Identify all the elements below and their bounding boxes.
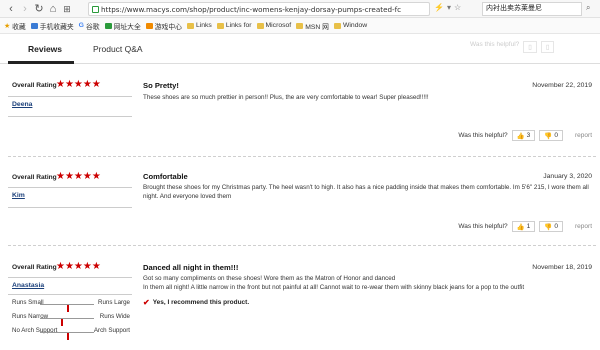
- helpful-yes-button[interactable]: 👍 3: [511, 130, 536, 141]
- search-icon[interactable]: ⌕: [586, 3, 590, 13]
- review-tabs: Reviews Product Q&A Was this helpful? ▯ …: [0, 34, 600, 64]
- fit-right-label: Arch Support: [93, 327, 130, 334]
- folder-icon: [256, 22, 264, 29]
- divider: [8, 294, 132, 295]
- helpful-yes-button[interactable]: 👍 1: [511, 221, 536, 232]
- fit-track: [40, 318, 94, 326]
- browser-toolbar: ‹ › ↻ ⌂ ⊞ https://www.macys.com/shop/pro…: [0, 0, 600, 18]
- fit-row-size: Runs Small Runs Large: [12, 299, 130, 314]
- fit-row-arch: No Arch Support Arch Support: [12, 327, 130, 342]
- divider: [8, 277, 132, 278]
- review-title: Comfortable: [143, 172, 188, 181]
- fit-right-label: Runs Wide: [99, 313, 130, 320]
- home-icon[interactable]: ⌂: [46, 2, 60, 16]
- bookmark-directory[interactable]: 网址大全: [104, 21, 141, 31]
- review-title: Danced all night in them!!!: [143, 263, 239, 272]
- report-link[interactable]: report: [575, 132, 592, 139]
- review-date: January 3, 2020: [543, 173, 592, 180]
- bookmark-star-icon[interactable]: ☆: [454, 3, 461, 12]
- reload-icon[interactable]: ↻: [32, 2, 46, 16]
- divider: [8, 116, 132, 117]
- bookmark-games[interactable]: 游戏中心: [145, 21, 182, 31]
- review-title: So Pretty!: [143, 81, 179, 90]
- review-body-line-2: In them all night! A little narrow in th…: [143, 284, 525, 291]
- fit-left-label: Runs Small: [12, 299, 44, 306]
- fit-marker: [67, 333, 69, 340]
- overall-rating-label: Overall Rating: [12, 82, 57, 89]
- helpful-no-button[interactable]: 👎 0: [539, 221, 564, 232]
- review-item: Overall Rating ★★★★★ Kim Comfortable Jan…: [8, 157, 596, 247]
- reviewer-name[interactable]: Deena: [12, 101, 32, 108]
- star-rating: ★★★★★: [56, 171, 101, 182]
- star-icon: ★: [4, 22, 11, 30]
- bookmark-windows[interactable]: Window: [333, 22, 367, 29]
- bookmark-links[interactable]: Links: [186, 22, 212, 29]
- url-text: https://www.macys.com/shop/product/inc-w…: [101, 4, 402, 14]
- thumbs-down-icon: 👎: [544, 223, 553, 231]
- game-icon: [145, 22, 153, 29]
- tab-reviews[interactable]: Reviews: [28, 44, 62, 54]
- helpful-bar: Was this helpful? 👍 1 👎 0 report: [458, 221, 592, 232]
- overall-rating-label: Overall Rating: [12, 264, 57, 271]
- bookmark-links-for[interactable]: Links for: [216, 22, 252, 29]
- tab-list-icon[interactable]: ⊞: [60, 2, 74, 16]
- lock-icon: [92, 5, 99, 13]
- fit-right-label: Runs Large: [98, 299, 130, 306]
- divider: [8, 207, 132, 208]
- bookmark-microsoft[interactable]: Microsof: [256, 22, 291, 29]
- report-link[interactable]: report: [575, 223, 592, 230]
- fit-track: [40, 304, 94, 312]
- address-bar-actions: ⚡ ▾ ☆: [434, 3, 461, 12]
- recommend-badge: ✔ Yes, I recommend this product.: [143, 298, 250, 307]
- address-bar[interactable]: https://www.macys.com/shop/product/inc-w…: [88, 2, 430, 16]
- google-icon: G: [78, 22, 84, 29]
- fit-row-width: Runs Narrow Runs Wide: [12, 313, 130, 328]
- reviewer-name[interactable]: Kim: [12, 192, 25, 199]
- overall-rating-label: Overall Rating: [12, 174, 57, 181]
- folder-icon: [216, 22, 224, 29]
- fit-marker: [60, 319, 63, 326]
- folder-icon: [333, 22, 341, 29]
- reviewer-name[interactable]: Anastasia: [12, 282, 44, 289]
- fit-marker: [67, 305, 69, 312]
- faded-vote-button: ▯: [523, 41, 537, 53]
- tab-product-qa[interactable]: Product Q&A: [93, 44, 143, 54]
- thumbs-down-icon: 👎: [544, 132, 553, 140]
- review-date: November 22, 2019: [532, 82, 592, 89]
- site-icon: [104, 22, 112, 29]
- star-rating: ★★★★★: [56, 79, 101, 90]
- helpful-no-button[interactable]: 👎 0: [539, 130, 564, 141]
- bookmarks-bar: ★ 收藏 手机收藏夹 G 谷歌 网址大全 游戏中心 Links Links for …: [0, 18, 600, 34]
- bookmark-mobile[interactable]: 手机收藏夹: [30, 21, 74, 31]
- bookmark-msn[interactable]: MSN 网: [296, 21, 329, 31]
- faded-vote-button: ▯: [540, 41, 555, 53]
- bookmark-favorites[interactable]: ★ 收藏: [4, 21, 26, 31]
- folder-icon: [296, 22, 304, 29]
- thumbs-up-icon: 👍: [516, 132, 525, 140]
- lightning-icon[interactable]: ⚡: [434, 3, 444, 12]
- back-icon[interactable]: ‹: [4, 2, 18, 16]
- fit-sliders: Runs Small Runs Large Runs Narrow Runs W…: [12, 299, 130, 342]
- thumbs-up-icon: 👍: [516, 223, 525, 231]
- folder-icon: [186, 22, 194, 29]
- fit-track: [40, 332, 94, 340]
- review-date: November 18, 2019: [532, 264, 592, 271]
- bookmark-google[interactable]: G 谷歌: [79, 21, 100, 31]
- review-item: Overall Rating ★★★★★ Anastasia Runs Smal…: [8, 248, 596, 350]
- forward-icon[interactable]: ›: [18, 2, 32, 16]
- star-rating: ★★★★★: [56, 261, 101, 272]
- review-separator: [8, 245, 596, 246]
- divider: [8, 187, 132, 188]
- divider: [8, 96, 132, 97]
- dropdown-icon[interactable]: ▾: [447, 3, 451, 12]
- faded-helpful-bar: Was this helpful? ▯ ▯: [470, 41, 555, 53]
- checkmark-icon: ✔: [143, 298, 150, 307]
- helpful-bar: Was this helpful? 👍 3 👎 0 report: [458, 130, 592, 141]
- search-input[interactable]: 内衬出卖苏莱曼尼: [482, 2, 582, 16]
- folder-icon: [30, 22, 38, 29]
- review-body-line-1: Got so many compliments on these shoes! …: [143, 275, 396, 282]
- review-body: Brought these shoes for my Christmas par…: [143, 184, 589, 200]
- review-item: Overall Rating ★★★★★ Deena So Pretty! No…: [8, 64, 596, 157]
- review-body: These shoes are so much prettier in pers…: [143, 94, 429, 101]
